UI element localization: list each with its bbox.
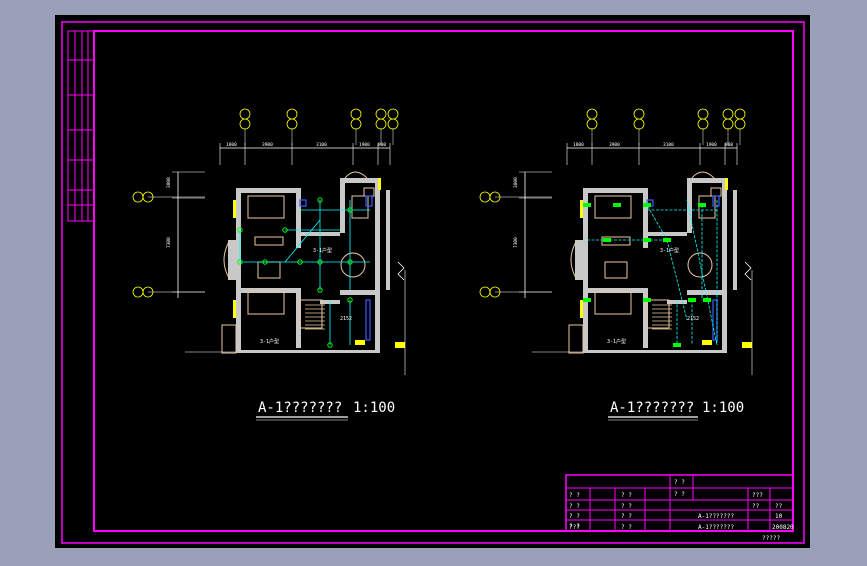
sheet-number: 10 (775, 513, 783, 520)
electrical-device (663, 238, 671, 242)
dimension-label: 3900 (262, 142, 273, 148)
title-block-cell: ??? (752, 492, 763, 499)
wall (296, 188, 301, 248)
electrical-device (688, 298, 696, 302)
title-block-cell: ? ? (621, 524, 632, 531)
plan-title-text: A-1??????? (258, 400, 342, 416)
wall (340, 290, 380, 295)
dimension-label: 1900 (359, 142, 370, 148)
drawing-viewport: 1800 3900 3100 1900 800 3800 7300 3-1户型 3-1户型 215… (0, 0, 867, 562)
title-block-cell: ?? (775, 503, 783, 510)
wall (583, 188, 643, 193)
electrical-device (643, 203, 651, 207)
title-block-cell: ??? (569, 524, 580, 531)
title-block-cell: ? ? (621, 513, 632, 520)
window-mark (233, 200, 236, 218)
dimension-label: 3800 (166, 177, 172, 188)
cad-sheet: 1800 3900 3100 1900 800 3800 7300 3-1户型 3-1户型 215… (55, 15, 810, 548)
wall (228, 240, 238, 280)
wall (236, 350, 376, 353)
electrical-device (673, 343, 681, 347)
drawing-name: A-1??????? (698, 513, 735, 520)
electrical-device (613, 203, 621, 207)
title-block-footer: ????? (762, 535, 780, 542)
electrical-device (698, 203, 706, 207)
wall (733, 190, 737, 290)
plan-scale-text: 1:100 (353, 400, 395, 416)
wall (722, 178, 727, 353)
electrical-device (583, 203, 591, 207)
mark-label: 2152 (687, 316, 699, 322)
dimension-label: 7300 (166, 237, 172, 248)
electrical-device (643, 298, 651, 302)
window-mark (580, 200, 583, 218)
electrical-device (583, 298, 591, 302)
window-mark (725, 178, 728, 190)
window-mark (395, 342, 405, 348)
room-label: 3-1户型 (607, 338, 626, 345)
wall (687, 290, 727, 295)
title-block-cell: ? ? (674, 491, 685, 498)
electrical-device (603, 238, 611, 242)
drawing-date: 200820 (772, 524, 794, 531)
title-block-cell: ? ? (569, 492, 580, 499)
wall (575, 240, 585, 280)
window-mark (233, 300, 236, 318)
dimension-label: 3800 (513, 177, 519, 188)
wall (647, 232, 687, 236)
window-mark (355, 340, 365, 345)
wall (236, 188, 296, 193)
title-block-cell: ? ? (621, 503, 632, 510)
wall (583, 350, 723, 353)
dimension-label: 1900 (706, 142, 717, 148)
title-block-cell: ? ? (569, 513, 580, 520)
window-mark (702, 340, 712, 345)
dimension-label: 800 (378, 142, 386, 148)
title-block-cell: ?? (752, 503, 760, 510)
window-mark (580, 300, 583, 318)
room-label: 3-1户型 (260, 338, 279, 345)
dimension-label: 7300 (513, 237, 519, 248)
window-mark (378, 178, 381, 190)
dimension-label: 3100 (663, 142, 674, 148)
dimension-label: 3100 (316, 142, 327, 148)
dimension-label: 3900 (609, 142, 620, 148)
mark-label: 2152 (340, 316, 352, 322)
room-label: 3-1户型 (313, 247, 332, 254)
wall (687, 178, 727, 183)
plan-scale-text: 1:100 (702, 400, 744, 416)
wall (375, 178, 380, 353)
dimension-label: 1800 (226, 142, 237, 148)
wall (340, 178, 380, 183)
window-mark (742, 342, 752, 348)
plan-title-text: A-1??????? (610, 400, 694, 416)
drawing-name: A-1??????? (698, 524, 735, 531)
title-block-cell: ? ? (569, 503, 580, 510)
title-block-cell: ? ? (674, 479, 685, 486)
wall (386, 190, 390, 290)
electrical-device (703, 298, 711, 302)
room-label: 3-1户型 (660, 247, 679, 254)
sheet-background (55, 15, 810, 548)
wall (340, 178, 345, 233)
dimension-label: 1800 (573, 142, 584, 148)
title-block-cell: ? ? (621, 492, 632, 499)
electrical-device (643, 238, 651, 242)
dimension-label: 800 (725, 142, 733, 148)
